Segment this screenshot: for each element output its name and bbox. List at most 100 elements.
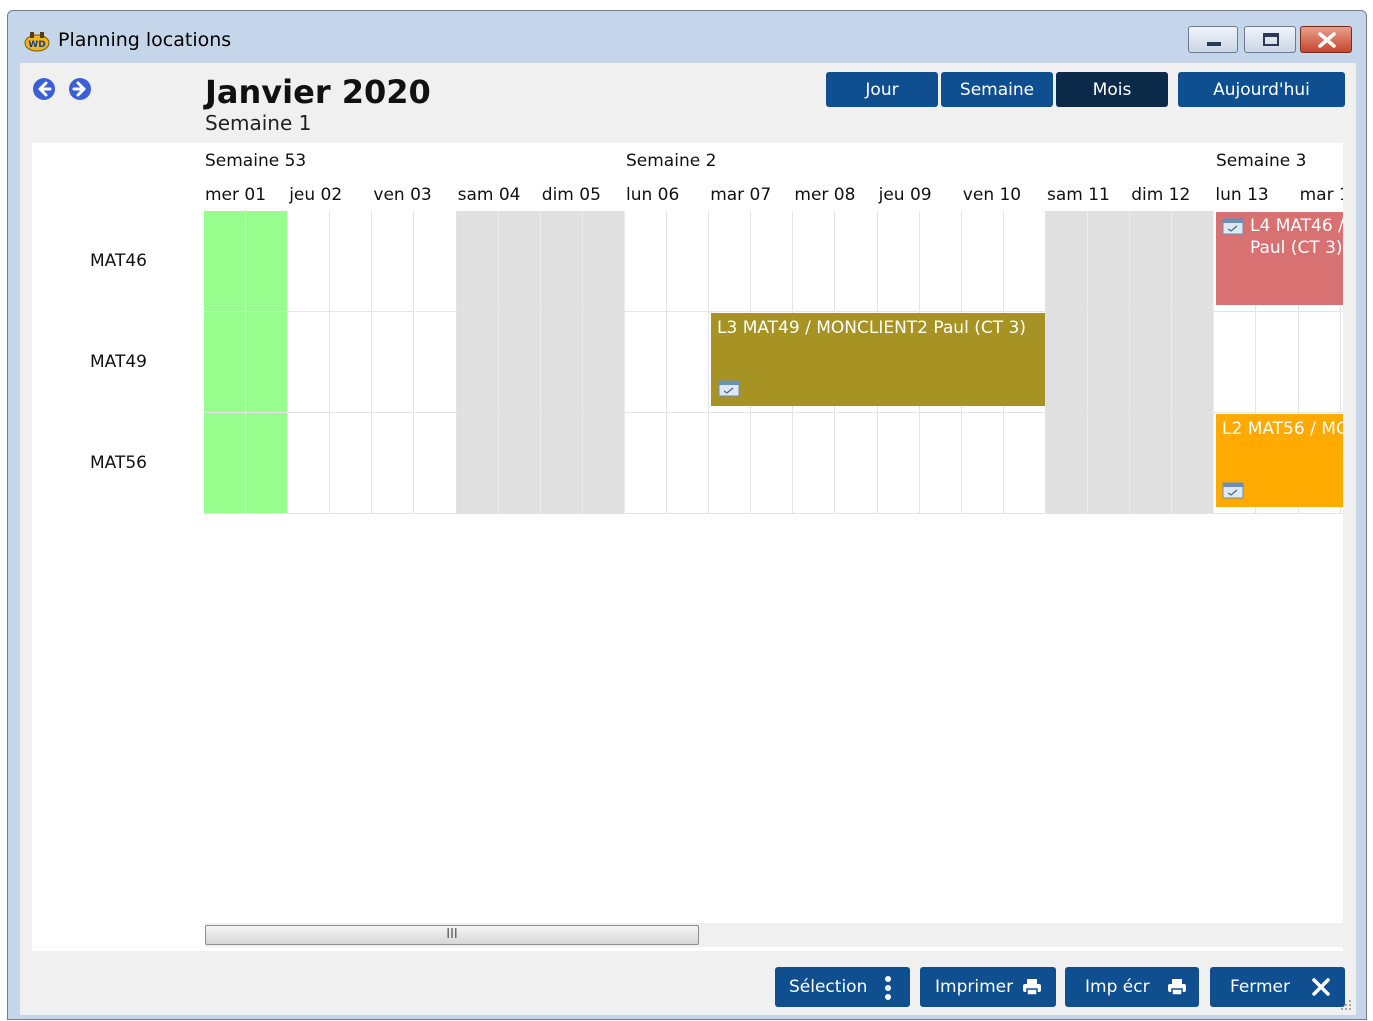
grid-cell[interactable]	[919, 211, 962, 312]
grid-cell[interactable]	[288, 211, 331, 312]
reservation-event[interactable]: L3 MAT49 / MONCLIENT2 Paul (CT 3)	[711, 313, 1045, 406]
grid-cell[interactable]	[456, 211, 499, 312]
previous-arrow-icon[interactable]	[32, 77, 56, 101]
event-label: L2 MAT56 / MO	[1222, 419, 1343, 439]
view-week-button[interactable]: Semaine	[941, 72, 1053, 107]
grid-cell[interactable]	[204, 312, 247, 413]
day-header: dim 12	[1131, 185, 1191, 205]
grid-cell[interactable]	[582, 211, 625, 312]
grid-cell[interactable]	[667, 211, 710, 312]
calendar-icon	[1222, 218, 1244, 235]
grid-cell[interactable]	[1003, 211, 1046, 312]
view-day-button[interactable]: Jour	[826, 72, 938, 107]
grid-cell[interactable]	[414, 312, 457, 413]
close-x-icon	[1312, 978, 1330, 996]
grid-cell[interactable]	[961, 211, 1004, 312]
window-close-button[interactable]	[1300, 26, 1352, 53]
grid-cell[interactable]	[414, 413, 457, 514]
grid-cell[interactable]	[330, 413, 373, 514]
grid-cell[interactable]	[246, 211, 289, 312]
grid-cell[interactable]	[1088, 211, 1131, 312]
grid-cell[interactable]	[540, 211, 583, 312]
grid-cell[interactable]	[330, 312, 373, 413]
day-header: ven 10	[962, 185, 1022, 205]
view-month-button[interactable]: Mois	[1056, 72, 1168, 107]
grid-cell[interactable]	[456, 312, 499, 413]
grid-cell[interactable]	[1088, 312, 1131, 413]
grid-cell[interactable]	[751, 413, 794, 514]
grid-cell[interactable]	[625, 211, 668, 312]
grid-cell[interactable]	[625, 312, 668, 413]
grid-cell[interactable]	[1088, 413, 1131, 514]
grid-cell[interactable]	[877, 211, 920, 312]
planning-grid: Semaine 53 Semaine 2 Semaine 3 mer 01 jeu…	[32, 143, 1343, 951]
print-button[interactable]: Imprimer	[920, 967, 1056, 1007]
grid-cell[interactable]	[1172, 211, 1215, 312]
week-label: Semaine 2	[626, 151, 717, 171]
grid-cell[interactable]	[709, 413, 752, 514]
print-screen-label: Imp écr	[1085, 977, 1150, 997]
grid-cell[interactable]	[498, 413, 541, 514]
print-screen-button[interactable]: Imp écr	[1065, 967, 1199, 1007]
grid-cell[interactable]	[540, 413, 583, 514]
grid-cell[interactable]	[246, 413, 289, 514]
grid-cell[interactable]	[582, 413, 625, 514]
grid-cell[interactable]	[414, 211, 457, 312]
grid-cell[interactable]	[288, 312, 331, 413]
grid-cell[interactable]	[540, 312, 583, 413]
grid-cell[interactable]	[372, 312, 415, 413]
grid-cell[interactable]	[582, 312, 625, 413]
grid-cell[interactable]	[667, 413, 710, 514]
reservation-event[interactable]: L4 MAT46 / Paul (CT 3)	[1216, 212, 1343, 305]
grid-cell[interactable]	[246, 312, 289, 413]
grid-cell[interactable]	[1130, 413, 1173, 514]
selection-button[interactable]: Sélection	[775, 967, 910, 1007]
grid-cell[interactable]	[372, 413, 415, 514]
close-button[interactable]: Fermer	[1210, 967, 1345, 1007]
scrollbar-thumb[interactable]: III	[205, 925, 699, 945]
grid-cell[interactable]	[1046, 312, 1089, 413]
day-header: mar 07	[710, 185, 772, 205]
grid-cell[interactable]	[204, 413, 247, 514]
horizontal-scrollbar[interactable]: III	[205, 923, 1343, 947]
grid-cell[interactable]	[961, 413, 1004, 514]
grid-cell[interactable]	[1046, 211, 1089, 312]
grid-cell[interactable]	[793, 211, 836, 312]
grid-cell[interactable]	[204, 211, 247, 312]
grid-cell[interactable]	[835, 413, 878, 514]
grid-cell[interactable]	[288, 413, 331, 514]
today-button[interactable]: Aujourd'hui	[1178, 72, 1345, 107]
grid-cell[interactable]	[709, 211, 752, 312]
grid-cell[interactable]	[1003, 413, 1046, 514]
grid-cell[interactable]	[1130, 211, 1173, 312]
day-header: mer 01	[205, 185, 267, 205]
maximize-button[interactable]	[1244, 26, 1296, 53]
resize-grip-icon[interactable]	[1340, 999, 1352, 1011]
grid-cell[interactable]	[1172, 413, 1215, 514]
grid-cell[interactable]	[456, 413, 499, 514]
grid-cell[interactable]	[1046, 413, 1089, 514]
grid-cell[interactable]	[1130, 312, 1173, 413]
row-label-mat46: MAT46	[90, 251, 147, 271]
grid-cell[interactable]	[835, 211, 878, 312]
week-label: Semaine 53	[205, 151, 307, 171]
grid-cell[interactable]	[793, 413, 836, 514]
next-arrow-icon[interactable]	[68, 77, 92, 101]
grid-cell[interactable]	[372, 211, 415, 312]
grid-cell[interactable]	[625, 413, 668, 514]
grid-cell[interactable]	[1256, 312, 1299, 413]
grid-cell[interactable]	[1340, 312, 1343, 413]
printer-icon	[1168, 979, 1186, 996]
grid-cell[interactable]	[498, 211, 541, 312]
grid-cell[interactable]	[1214, 312, 1257, 413]
grid-cell[interactable]	[1298, 312, 1341, 413]
grid-cell[interactable]	[751, 211, 794, 312]
grid-cell[interactable]	[877, 413, 920, 514]
grid-cell[interactable]	[330, 211, 373, 312]
minimize-button[interactable]	[1188, 26, 1238, 53]
grid-cell[interactable]	[498, 312, 541, 413]
grid-cell[interactable]	[667, 312, 710, 413]
grid-cell[interactable]	[919, 413, 962, 514]
grid-cell[interactable]	[1172, 312, 1215, 413]
reservation-event[interactable]: L2 MAT56 / MO	[1216, 414, 1343, 507]
